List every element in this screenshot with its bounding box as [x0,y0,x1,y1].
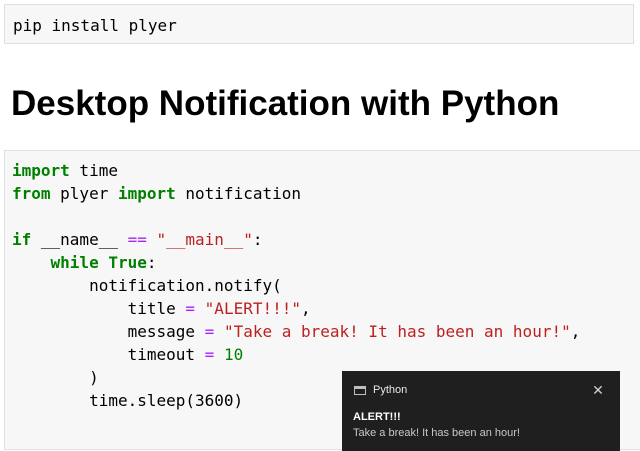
number-literal: 10 [223,345,244,364]
code-text: : [252,230,263,249]
code-text: : [146,253,157,272]
notification-message: Take a break! It has been an hour! [353,427,520,439]
code-text: title [12,299,186,318]
keyword-true: True [108,253,147,272]
notification-title: ALERT!!! [353,411,401,423]
install-code-cell[interactable]: pip install plyer [4,4,634,44]
code-line-9: timeout = 10 [12,343,580,366]
code-line-8: message = "Take a break! It has been an … [12,320,581,343]
code-line-2: from plyer import notification [12,182,580,205]
string-literal: "Take a break! It has been an hour!" [223,322,571,341]
code-text: timeout [12,345,205,364]
code-line-7: title = "ALERT!!!", [12,297,580,320]
operator-assign: = [204,322,215,341]
operator-eq: == [127,230,147,249]
keyword-if: if [12,230,32,249]
keyword-while: while [50,253,99,272]
code-text: , [301,299,311,318]
code-line-5: while True: [12,251,580,274]
code-text: , [570,322,581,341]
window-icon [354,386,366,395]
notification-app-name: Python [373,384,408,396]
code-text: notification [175,184,301,203]
desktop-notification-toast[interactable]: Python ✕ ALERT!!! Take a break! It has b… [342,371,620,451]
keyword-from: from [12,184,51,203]
string-literal: "ALERT!!!" [204,299,301,318]
code-text: __name__ [31,230,128,249]
install-command: pip install plyer [13,16,177,35]
code-text: time [69,161,118,180]
operator-assign: = [185,299,196,318]
code-line-4: if __name__ == "__main__": [12,228,580,251]
keyword-import: import [117,184,176,203]
keyword-import: import [12,161,70,180]
code-line-1: import time [12,159,580,182]
string-literal: "__main__" [156,230,253,249]
operator-assign: = [204,345,215,364]
code-text: message [12,322,205,341]
close-icon[interactable]: ✕ [588,380,608,400]
code-line-6: notification.notify( [12,276,282,295]
page-title: Desktop Notification with Python [11,84,560,123]
code-text: plyer [50,184,118,203]
